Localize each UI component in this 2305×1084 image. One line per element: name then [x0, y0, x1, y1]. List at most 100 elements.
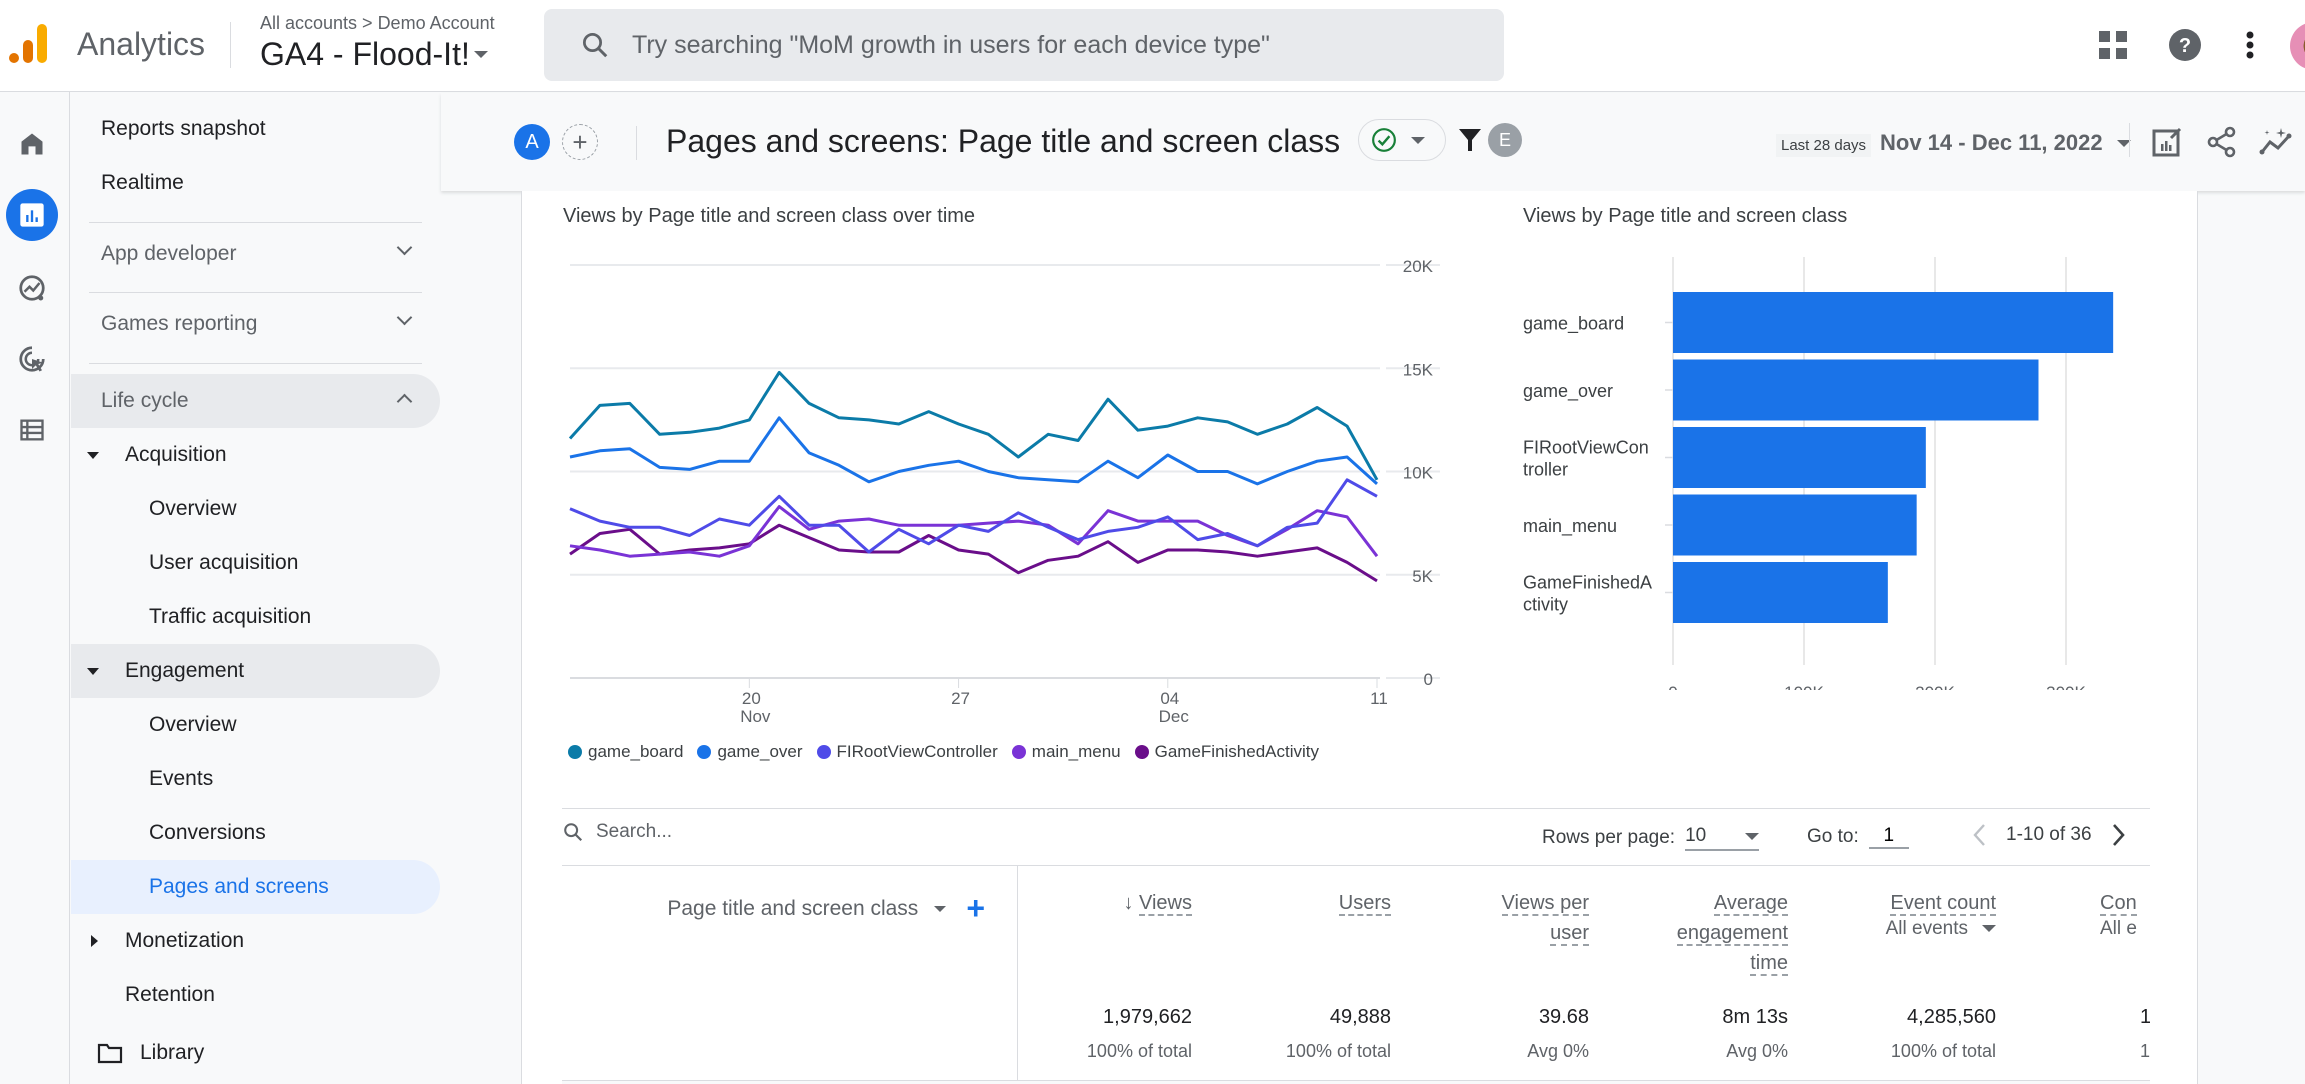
- nav-realtime[interactable]: Realtime: [71, 156, 440, 210]
- x-tick-label: 300K: [2046, 683, 2086, 690]
- app-name: Analytics: [77, 26, 206, 62]
- column-header-label: Con: [2100, 892, 2137, 916]
- rail-advertising[interactable]: [6, 333, 58, 385]
- add-dimension-button[interactable]: +: [966, 890, 985, 927]
- column-header-event-count[interactable]: Event count All events: [1886, 888, 1996, 940]
- insights-icon[interactable]: [2259, 126, 2293, 158]
- chevron-down-icon: [396, 309, 413, 326]
- bar-chart[interactable]: 0 100K 200K 300K game_board game_over FIRootVi…: [1510, 240, 2150, 690]
- date-range-value: Nov 14 - Dec 11, 2022: [1880, 130, 2103, 155]
- rail-explore[interactable]: [6, 262, 58, 314]
- caret-down-icon: [473, 51, 488, 58]
- rows-per-page-select[interactable]: 10: [1685, 825, 1760, 851]
- y-tick-label: 15K: [1403, 360, 1434, 379]
- customize-report-icon[interactable]: [2151, 126, 2183, 158]
- column-header-users[interactable]: Users: [1338, 888, 1391, 918]
- column-header-views-per-user[interactable]: Views per user: [1501, 888, 1589, 948]
- nav-reports-snapshot[interactable]: Reports snapshot: [71, 102, 440, 156]
- legend-item-main_menu[interactable]: main_menu: [1011, 742, 1121, 762]
- nav-pages-and-screens[interactable]: Pages and screens: [71, 860, 440, 914]
- user-avatar[interactable]: [2290, 22, 2305, 70]
- x-tick-label: 100K: [1784, 683, 1824, 690]
- nav-user-acquisition[interactable]: User acquisition: [71, 536, 440, 590]
- filter-badge[interactable]: E: [1488, 123, 1522, 157]
- help-icon[interactable]: ?: [2168, 28, 2202, 62]
- column-total: 39.68 Avg 0%: [1527, 1006, 1589, 1062]
- share-icon[interactable]: [2207, 126, 2237, 158]
- column-header-average-engagement-time[interactable]: Average engagement time: [1676, 888, 1788, 978]
- nav-library[interactable]: Library: [71, 1026, 440, 1080]
- table-search-input[interactable]: [596, 821, 846, 843]
- nav-acquisition-overview[interactable]: Overview: [71, 482, 440, 536]
- nav-traffic-acquisition[interactable]: Traffic acquisition: [71, 590, 440, 644]
- nav-monetization[interactable]: Monetization: [71, 914, 440, 968]
- rows-per-page-label: Rows per page:: [1542, 827, 1676, 848]
- bar-game_board[interactable]: [1673, 292, 2114, 353]
- column-total: 49,888 100% of total: [1286, 1006, 1391, 1062]
- x-tick-label: 0: [1668, 683, 1677, 690]
- pagination: 1-10 of 36: [1972, 823, 2126, 847]
- next-page-icon[interactable]: [2112, 823, 2126, 847]
- property-selector[interactable]: GA4 - Flood-It!: [260, 36, 488, 73]
- line-chart[interactable]: 0 5K 10K 15K 20K 20Nov 27 04Dec 11: [560, 240, 1440, 730]
- nav-life-cycle[interactable]: Life cycle: [71, 374, 440, 428]
- rail-reports[interactable]: [6, 189, 58, 241]
- rail-configure[interactable]: [6, 404, 58, 456]
- y-category-label: main_menu: [1523, 516, 1617, 537]
- y-category-label: GameFinishedA: [1523, 573, 1652, 593]
- nav-events[interactable]: Events: [71, 752, 440, 806]
- legend-item-FIRootViewController[interactable]: FIRootViewController: [816, 742, 998, 762]
- nav-games-reporting[interactable]: Games reporting: [71, 297, 440, 351]
- bar-main_menu[interactable]: [1673, 494, 1917, 556]
- dimension-header[interactable]: Page title and screen class +: [667, 890, 985, 927]
- caret-down-icon: [1745, 833, 1760, 840]
- nav-engagement[interactable]: Engagement: [71, 644, 440, 698]
- total-value: 4,285,560: [1907, 1006, 1996, 1028]
- nav-engagement-overview[interactable]: Overview: [71, 698, 440, 752]
- caret-down-icon: [934, 905, 947, 912]
- filter-icon[interactable]: [1458, 127, 1482, 153]
- column-header-conversions[interactable]: Con All e: [2100, 888, 2150, 940]
- apps-grid-icon[interactable]: [2098, 30, 2128, 60]
- account-breadcrumb[interactable]: All accounts > Demo Account: [260, 13, 495, 34]
- search-input[interactable]: [632, 30, 1432, 60]
- report-status-button[interactable]: [1358, 119, 1446, 161]
- nav-conversions[interactable]: Conversions: [71, 806, 440, 860]
- column-header-views[interactable]: ↓ Views: [1123, 888, 1192, 918]
- chevron-down-icon: [396, 239, 413, 256]
- divider: [89, 222, 422, 223]
- comparison-badge[interactable]: A: [514, 124, 550, 160]
- event-filter-select[interactable]: All e: [2100, 918, 2150, 940]
- bar-FIRootViewController[interactable]: [1673, 427, 1926, 488]
- go-to-input[interactable]: [1868, 825, 1909, 849]
- table-search[interactable]: [562, 821, 846, 843]
- add-comparison-button[interactable]: +: [562, 124, 598, 160]
- report-header: A + Pages and screens: Page title and sc…: [441, 93, 2305, 191]
- total-value: 1: [2140, 1006, 2150, 1028]
- nav-app-developer[interactable]: App developer: [71, 227, 440, 281]
- date-range-picker[interactable]: Nov 14 - Dec 11, 2022: [1880, 130, 2131, 156]
- event-filter-select[interactable]: All events: [1886, 918, 1996, 940]
- analytics-logo-icon[interactable]: [8, 22, 52, 66]
- y-tick-label: 0: [1424, 670, 1433, 689]
- prev-page-icon[interactable]: [1972, 823, 1986, 847]
- column-header-label: engagement: [1676, 922, 1788, 946]
- x-tick-sublabel: Nov: [740, 707, 771, 726]
- bar-chart-title: Views by Page title and screen class: [1523, 205, 1848, 227]
- series-line-FIRootViewController[interactable]: [569, 478, 1378, 554]
- series-line-game_board[interactable]: [568, 370, 1379, 481]
- nav-retention[interactable]: Retention: [71, 968, 440, 1022]
- rail-home[interactable]: [6, 118, 58, 170]
- column-total: 11: [2140, 1006, 2150, 1062]
- explore-icon: [19, 275, 45, 301]
- search-bar[interactable]: [544, 9, 1504, 81]
- legend-item-game_board[interactable]: game_board: [568, 742, 683, 762]
- legend-item-GameFinishedActivity[interactable]: GameFinishedActivity: [1134, 742, 1319, 762]
- bar-game_over[interactable]: [1673, 359, 2039, 421]
- total-percentage: 100% of total: [1285, 1041, 1391, 1061]
- nav-acquisition[interactable]: Acquisition: [71, 428, 440, 482]
- bar-GameFinishedActivity[interactable]: [1673, 562, 1888, 623]
- legend-item-game_over[interactable]: game_over: [697, 742, 803, 762]
- total-value: 1,979,662: [1103, 1006, 1192, 1028]
- more-vert-icon[interactable]: [2244, 30, 2256, 60]
